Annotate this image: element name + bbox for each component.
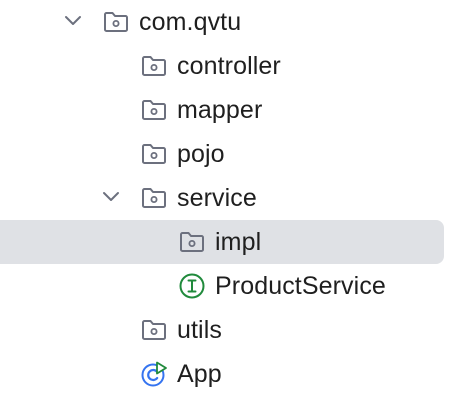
tree-item-service[interactable]: service: [0, 176, 452, 220]
package-folder-icon: [142, 320, 166, 340]
tree-item-label: impl: [215, 228, 262, 256]
package-folder-icon: [142, 100, 166, 120]
project-tree: com.qvtu controller mapper pojo service …: [0, 0, 452, 404]
chevron-down-icon[interactable]: [62, 10, 84, 32]
tree-item-app[interactable]: App: [0, 352, 452, 396]
tree-item-label: com.qvtu: [139, 8, 242, 36]
package-folder-icon: [142, 56, 166, 76]
tree-item-label: pojo: [177, 140, 225, 168]
package-folder-icon: [180, 232, 204, 252]
tree-item-mapper[interactable]: mapper: [0, 88, 452, 132]
tree-item-label: controller: [177, 52, 281, 80]
tree-item-com-qvtu[interactable]: com.qvtu: [0, 0, 452, 44]
tree-item-label: mapper: [177, 96, 263, 124]
chevron-down-icon[interactable]: [100, 186, 122, 208]
tree-item-label: utils: [177, 316, 222, 344]
tree-item-impl[interactable]: impl: [0, 220, 452, 264]
tree-item-label: App: [177, 360, 222, 388]
interface-icon: [179, 273, 205, 299]
package-folder-icon: [142, 188, 166, 208]
spring-boot-app-icon: [141, 361, 167, 387]
package-folder-icon: [104, 12, 128, 32]
tree-item-pojo[interactable]: pojo: [0, 132, 452, 176]
tree-item-controller[interactable]: controller: [0, 44, 452, 88]
package-folder-icon: [142, 144, 166, 164]
tree-item-utils[interactable]: utils: [0, 308, 452, 352]
tree-item-productservice[interactable]: ProductService: [0, 264, 452, 308]
tree-item-label: service: [177, 184, 257, 212]
tree-item-label: ProductService: [215, 272, 386, 300]
